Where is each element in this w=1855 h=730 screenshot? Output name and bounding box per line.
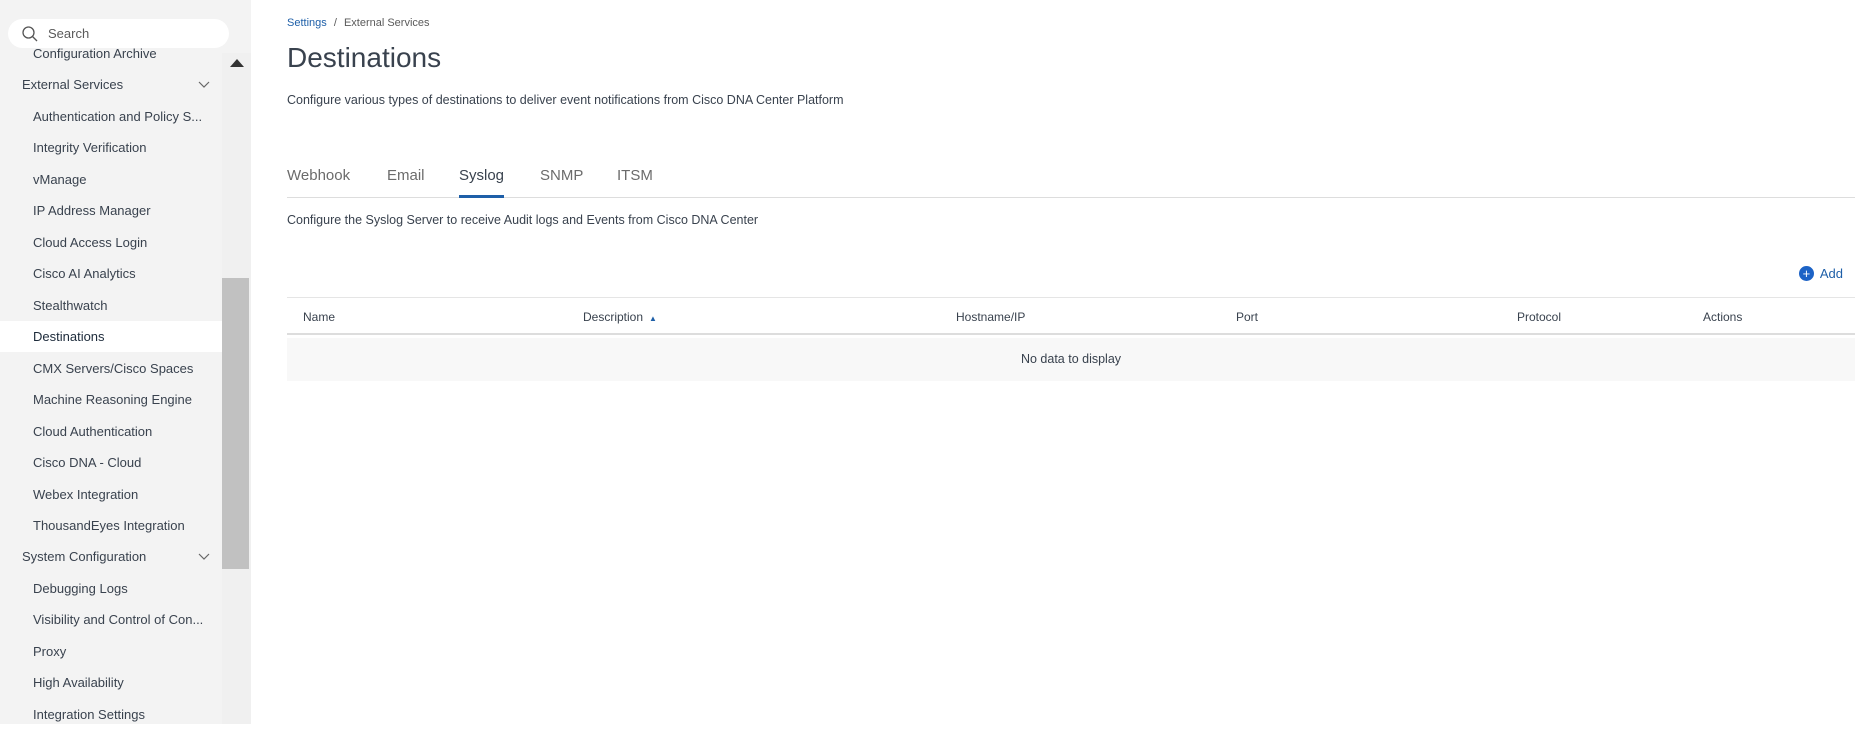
column-header-description-label: Description xyxy=(583,310,644,324)
add-button[interactable]: + Add xyxy=(1798,266,1843,281)
sidebar-item-integrity-verification[interactable]: Integrity Verification xyxy=(0,132,222,163)
sidebar-item-ip-address-manager[interactable]: IP Address Manager xyxy=(0,195,222,226)
sidebar-item-destinations[interactable]: Destinations xyxy=(0,321,222,353)
sidebar-item-cloud-access-login[interactable]: Cloud Access Login xyxy=(0,227,222,258)
sidebar: Search Configuration Archive External Ser… xyxy=(0,0,251,724)
table-header: Name Description ▲ Hostname/IP Port Proto… xyxy=(287,297,1855,335)
sidebar-item-label: Debugging Logs xyxy=(33,580,128,596)
sidebar-item-label: Cisco DNA - Cloud xyxy=(33,455,142,471)
tab-bar: Webhook Email Syslog SNMP ITSM xyxy=(287,164,1855,198)
column-header-name[interactable]: Name xyxy=(303,310,335,324)
sidebar-item-external-services[interactable]: External Services xyxy=(0,69,222,100)
sidebar-item-label: External Services xyxy=(22,77,124,93)
scrollbar[interactable] xyxy=(222,53,251,724)
sidebar-item-label: High Availability xyxy=(33,675,124,691)
tab-snmp[interactable]: SNMP xyxy=(540,167,583,198)
sidebar-item-cisco-ai-analytics[interactable]: Cisco AI Analytics xyxy=(0,258,222,289)
sort-ascending-icon: ▲ xyxy=(649,314,657,323)
column-header-protocol[interactable]: Protocol xyxy=(1517,310,1561,324)
sidebar-item-label: Authentication and Policy S... xyxy=(33,108,203,124)
sidebar-item-label: ThousandEyes Integration xyxy=(33,518,185,534)
column-header-actions: Actions xyxy=(1703,310,1743,324)
sidebar-item-label: Configuration Archive xyxy=(33,46,157,61)
sidebar-item-label: Destinations xyxy=(33,329,105,345)
tab-itsm[interactable]: ITSM xyxy=(617,167,653,198)
sidebar-item-label: Visibility and Control of Con... xyxy=(33,612,204,628)
scroll-up-arrow-icon[interactable] xyxy=(230,59,244,67)
plus-circle-icon: + xyxy=(1798,266,1814,281)
sidebar-item-configuration-archive[interactable]: Configuration Archive xyxy=(0,38,222,69)
sidebar-item-cisco-dna-cloud[interactable]: Cisco DNA - Cloud xyxy=(0,447,222,478)
sidebar-item-label: Machine Reasoning Engine xyxy=(33,392,192,408)
sidebar-item-label: vManage xyxy=(33,171,87,187)
sidebar-item-label: CMX Servers/Cisco Spaces xyxy=(33,360,194,376)
column-header-port[interactable]: Port xyxy=(1236,310,1258,324)
sidebar-item-label: System Configuration xyxy=(22,549,147,565)
page-title: Destinations xyxy=(287,42,442,73)
syslog-description: Configure the Syslog Server to receive A… xyxy=(287,213,759,227)
chevron-down-icon[interactable] xyxy=(198,549,210,564)
sidebar-item-high-availability[interactable]: High Availability xyxy=(0,667,222,698)
tab-syslog[interactable]: Syslog xyxy=(459,167,505,198)
sidebar-item-thousandeyes-integration[interactable]: ThousandEyes Integration xyxy=(0,510,222,541)
sidebar-item-label: Proxy xyxy=(33,643,67,659)
add-label: Add xyxy=(1819,266,1843,281)
column-header-description[interactable]: Description ▲ xyxy=(583,310,657,324)
tab-email[interactable]: Email xyxy=(387,167,425,198)
sidebar-item-system-configuration[interactable]: System Configuration xyxy=(0,541,222,572)
sidebar-item-visibility-and-control-of-con[interactable]: Visibility and Control of Con... xyxy=(0,604,222,635)
sidebar-item-stealthwatch[interactable]: Stealthwatch xyxy=(0,290,222,321)
sidebar-item-debugging-logs[interactable]: Debugging Logs xyxy=(0,573,222,604)
chevron-down-icon[interactable] xyxy=(198,77,210,92)
sidebar-item-vmanage[interactable]: vManage xyxy=(0,164,222,195)
sidebar-item-integration-settings[interactable]: Integration Settings xyxy=(0,699,222,730)
sidebar-item-label: Cloud Access Login xyxy=(33,234,148,250)
sidebar-item-label: Stealthwatch xyxy=(33,297,108,313)
sidebar-item-label: Webex Integration xyxy=(33,486,139,502)
breadcrumb-current: External Services xyxy=(343,17,430,29)
empty-table-message: No data to display xyxy=(287,338,1855,381)
sidebar-item-authentication-and-policy-s[interactable]: Authentication and Policy S... xyxy=(0,101,222,132)
sidebar-item-label: Integration Settings xyxy=(33,706,146,722)
sidebar-item-proxy[interactable]: Proxy xyxy=(0,636,222,667)
breadcrumb-settings-link[interactable]: Settings xyxy=(287,17,327,29)
sidebar-item-machine-reasoning-engine[interactable]: Machine Reasoning Engine xyxy=(0,384,222,415)
breadcrumb: Settings / External Services xyxy=(287,17,430,29)
column-header-hostname[interactable]: Hostname/IP xyxy=(956,310,1025,324)
breadcrumb-separator: / xyxy=(333,17,337,29)
sidebar-item-cmx-servers-cisco-spaces[interactable]: CMX Servers/Cisco Spaces xyxy=(0,353,222,384)
sidebar-item-label: Cloud Authentication xyxy=(33,423,153,439)
tab-webhook[interactable]: Webhook xyxy=(287,167,350,198)
sidebar-item-label: IP Address Manager xyxy=(33,203,151,219)
sidebar-item-label: Integrity Verification xyxy=(33,140,147,156)
sidebar-item-label: Cisco AI Analytics xyxy=(33,266,136,282)
sidebar-item-webex-integration[interactable]: Webex Integration xyxy=(0,479,222,510)
sidebar-item-cloud-authentication[interactable]: Cloud Authentication xyxy=(0,416,222,447)
scrollbar-thumb[interactable] xyxy=(222,278,249,569)
page-description: Configure various types of destinations … xyxy=(287,93,844,107)
